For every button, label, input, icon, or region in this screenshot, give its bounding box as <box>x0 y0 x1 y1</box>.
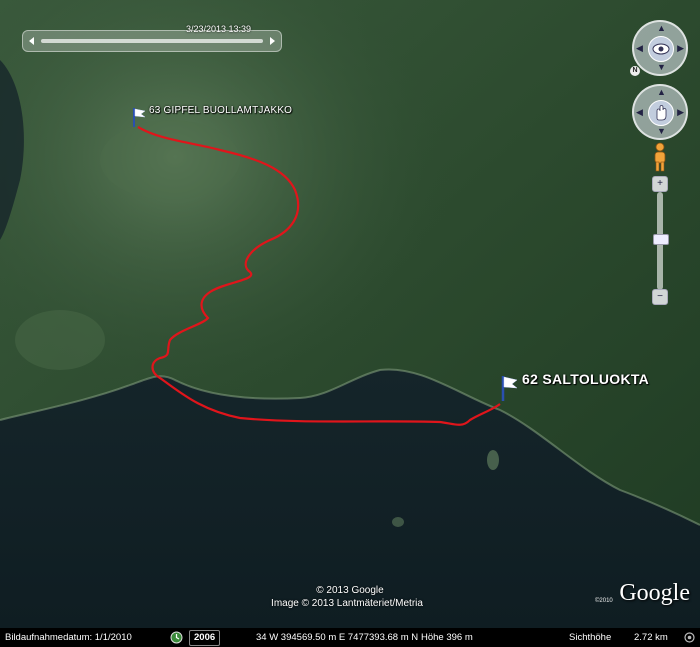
look-eye-icon[interactable] <box>648 36 674 62</box>
logo-year: ©2010 <box>595 598 613 604</box>
look-left-arrow-icon[interactable]: ◀ <box>636 44 643 53</box>
satellite-terrain <box>0 0 700 628</box>
move-left-arrow-icon[interactable]: ◀ <box>636 108 643 117</box>
look-down-arrow-icon[interactable]: ▼ <box>657 63 666 72</box>
time-slider-label: 3/23/2013 13:39 <box>186 24 252 34</box>
look-up-arrow-icon[interactable]: ▲ <box>657 24 666 33</box>
place-label-gipfel[interactable]: 63 GIPFEL BUOLLAMTJAKKO <box>149 105 292 116</box>
map-view[interactable]: 63 GIPFEL BUOLLAMTJAKKO 62 SALTOLUOKTA 3… <box>0 0 700 628</box>
move-control[interactable]: ▲ ▼ ◀ ▶ <box>632 84 688 140</box>
copyright-line-imagery: Image © 2013 Lantmäteriet/Metria <box>271 598 423 609</box>
historical-year-button[interactable]: 2006 <box>189 630 221 646</box>
imagery-date: Bildaufnahmedatum: 1/1/2010 <box>5 632 132 643</box>
zoom-slider[interactable]: + − <box>652 176 669 306</box>
time-back-icon[interactable] <box>26 35 38 47</box>
status-bar: Bildaufnahmedatum: 1/1/2010 2006 34 W 39… <box>0 628 700 647</box>
flag-icon[interactable] <box>499 374 519 402</box>
place-label-saltoluokta[interactable]: 62 SALTOLUOKTA <box>522 371 649 387</box>
move-hand-icon[interactable] <box>648 100 674 126</box>
eye-altitude-value: 2.72 km <box>634 632 668 643</box>
move-down-arrow-icon[interactable]: ▼ <box>657 127 666 136</box>
cursor-coordinates: 34 W 394569.50 m E 7477393.68 m N <box>256 632 419 643</box>
copyright-line-google: © 2013 Google <box>316 585 384 596</box>
flag-icon[interactable] <box>131 106 147 128</box>
look-right-arrow-icon[interactable]: ▶ <box>677 44 684 53</box>
cursor-elevation: Höhe 396 m <box>421 632 473 643</box>
zoom-slider-thumb[interactable] <box>653 233 669 245</box>
eye-altitude-label: Sichthöhe <box>569 632 612 643</box>
navigation-controls[interactable]: ▲ ▼ ◀ ▶ N ▲ ▼ ◀ ▶ + − <box>620 14 700 314</box>
move-right-arrow-icon[interactable]: ▶ <box>677 108 684 117</box>
move-up-arrow-icon[interactable]: ▲ <box>657 88 666 97</box>
north-icon[interactable]: N <box>630 66 640 76</box>
time-slider-track[interactable] <box>41 39 263 43</box>
map-copyright: © 2013 Google Image © 2013 Lantmäteriet/… <box>0 584 700 610</box>
time-forward-icon[interactable] <box>266 35 278 47</box>
historical-imagery-clock-icon[interactable] <box>170 631 183 644</box>
look-control[interactable]: ▲ ▼ ◀ ▶ <box>632 20 688 76</box>
zoom-out-button[interactable]: − <box>652 289 668 305</box>
streaming-status-icon <box>684 632 695 643</box>
zoom-in-button[interactable]: + <box>652 176 668 192</box>
google-logo: Google <box>619 580 690 606</box>
pegman-street-view-icon[interactable] <box>650 142 670 172</box>
